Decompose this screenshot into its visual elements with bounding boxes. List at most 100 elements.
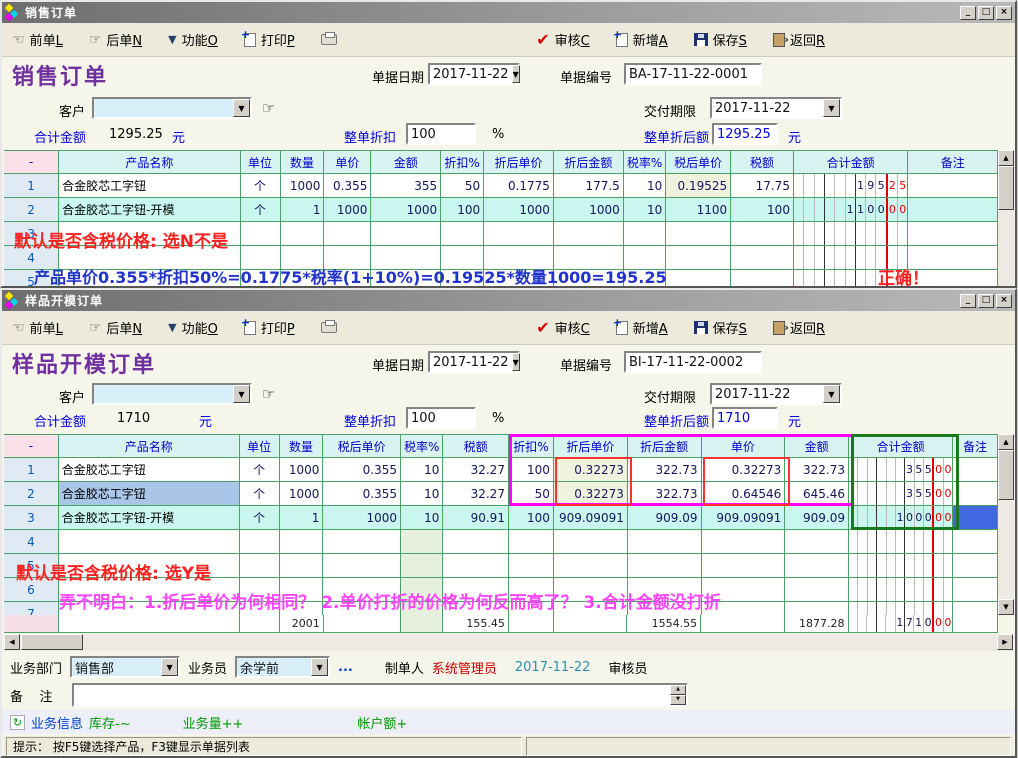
cell: 322.73 [785, 458, 849, 482]
stock-link[interactable]: 库存-~ [89, 713, 131, 732]
table-row[interactable]: 5 [4, 270, 998, 289]
business-info-link[interactable]: 业务信息 [31, 713, 83, 732]
scrollbar-thumb[interactable] [21, 634, 83, 650]
chevron-down-icon[interactable]: ▼ [311, 658, 328, 676]
table-row[interactable]: 6 [4, 578, 998, 602]
toolbar-button-P[interactable]: 打印P [244, 30, 295, 49]
doc-date-combo[interactable]: 2017-11-22▼ [428, 351, 520, 373]
cell: 0.64546 [701, 482, 785, 506]
toolbar-button-A[interactable]: 新增A [616, 318, 668, 337]
salesman-combo[interactable]: 余学前▼ [235, 656, 330, 678]
table-vertical-scrollbar[interactable]: ▲ ▼ [998, 434, 1014, 615]
toolbar-button-printer[interactable] [321, 322, 337, 333]
amount-grid [849, 530, 952, 553]
doc-no-field[interactable]: BI-17-11-22-0002 [624, 351, 762, 373]
chevron-down-icon[interactable]: ▼ [233, 385, 250, 403]
doc-no-field[interactable]: BA-17-11-22-0001 [624, 63, 762, 85]
table-row[interactable]: 2001155.451554.551877.28171000 [4, 615, 998, 632]
close-button[interactable]: × [996, 294, 1012, 308]
customer-combo[interactable]: ▼ [92, 383, 252, 405]
toolbar-button-P[interactable]: 打印P [244, 318, 295, 337]
scrollbar-thumb[interactable] [998, 450, 1014, 500]
table-row[interactable]: 7 [4, 602, 998, 616]
scrollbar-thumb[interactable] [998, 166, 1014, 210]
account-link[interactable]: 帐户额+ [357, 713, 407, 732]
maximize-button[interactable]: □ [978, 6, 994, 20]
discounted-field[interactable]: 1295.25 [712, 123, 778, 145]
toolbar-button-printer[interactable] [321, 34, 337, 45]
table-row[interactable]: 1合金胶芯工字钮个10000.355355500.1775177.5100.19… [4, 174, 998, 198]
toolbar-button-C[interactable]: ✔审核C [536, 30, 590, 49]
amount-grid [794, 270, 907, 288]
cell: 100 [508, 458, 553, 482]
cell [553, 270, 623, 289]
remark-input[interactable] [74, 685, 670, 705]
toolbar-button-A[interactable]: 新增A [616, 30, 668, 49]
minimize-button[interactable]: _ [960, 294, 976, 308]
chevron-down-icon[interactable]: ▼ [512, 65, 520, 83]
chevron-down-icon[interactable]: ▼ [512, 353, 520, 371]
cell [623, 246, 665, 270]
toolbar-button-L[interactable]: ☜前单L [12, 30, 63, 49]
maximize-button[interactable]: □ [978, 294, 994, 308]
table-row[interactable]: 2合金胶芯工字钮个10000.3551032.27500.32273322.73… [4, 482, 998, 506]
doc-date-combo[interactable]: 2017-11-22▼ [428, 63, 520, 85]
chevron-down-icon[interactable]: ▼ [823, 385, 840, 403]
finger-icon[interactable]: ☞ [262, 99, 275, 117]
table-row[interactable]: 4 [4, 246, 998, 270]
toolbar-button-C[interactable]: ✔审核C [536, 318, 590, 337]
titlebar[interactable]: 销售订单 _ □ × [2, 2, 1015, 23]
scroll-down-icon[interactable]: ▼ [998, 599, 1014, 615]
toolbar-button-S[interactable]: 保存S [694, 318, 747, 337]
minimize-button[interactable]: _ [960, 6, 976, 20]
table-row[interactable]: 3合金胶芯工字钮-开模个110001090.91100909.09091909.… [4, 506, 998, 530]
toolbar-button-S[interactable]: 保存S [694, 30, 747, 49]
toolbar-button-N[interactable]: ☞后单N [89, 318, 142, 337]
refresh-icon[interactable]: ↻ [10, 715, 25, 730]
close-button[interactable]: × [996, 6, 1012, 20]
chevron-down-icon[interactable]: ▼ [161, 658, 178, 676]
chevron-down-icon[interactable]: ▼ [233, 99, 250, 117]
table-vertical-scrollbar[interactable]: ▲ [998, 150, 1014, 288]
table-row[interactable]: 3 [4, 222, 998, 246]
scroll-up-icon[interactable]: ▲ [998, 434, 1014, 450]
finger-icon[interactable]: ☞ [262, 385, 275, 403]
toolbar-button-O[interactable]: ▼功能O [168, 30, 218, 49]
discount-field[interactable]: 100 [406, 123, 476, 145]
scroll-left-icon[interactable]: ◀ [4, 634, 20, 650]
delivery-date-combo[interactable]: 2017-11-22▼ [710, 383, 842, 405]
volume-link[interactable]: 业务量++ [183, 713, 244, 732]
table-row[interactable]: 2合金胶芯工字钮-开模个1100010001001000100010110010… [4, 198, 998, 222]
table-horizontal-scrollbar[interactable]: ◀ ▶ [4, 634, 1013, 651]
titlebar[interactable]: 样品开模订单 _ □ × [2, 290, 1015, 311]
arrow-down-icon: ▼ [168, 33, 176, 46]
cell [400, 530, 442, 554]
chevron-down-icon[interactable]: ▼ [823, 99, 840, 117]
cell [553, 602, 627, 616]
toolbar-button-O[interactable]: ▼功能O [168, 318, 218, 337]
table-row[interactable]: 5 [4, 554, 998, 578]
dept-combo[interactable]: 销售部▼ [70, 656, 180, 678]
maker-value: 系统管理员 [432, 658, 497, 677]
table-row[interactable]: 4 [4, 530, 998, 554]
discounted-field[interactable]: 1710 [712, 407, 778, 429]
toolbar-button-R[interactable]: 返回R [773, 30, 825, 49]
scroll-up-icon[interactable]: ▲ [998, 150, 1014, 166]
toolbar-button-L[interactable]: ☜前单L [12, 318, 63, 337]
toolbar-button-N[interactable]: ☞后单N [89, 30, 142, 49]
discount-field[interactable]: 100 [406, 407, 476, 429]
table-row[interactable]: 1合金胶芯工字钮个10000.3551032.271000.32273322.7… [4, 458, 998, 482]
yuan-label: 元 [199, 411, 212, 430]
more-button[interactable]: ... [338, 660, 353, 675]
toolbar-button-R[interactable]: 返回R [773, 318, 825, 337]
toolbar-left-group: ☜前单L ☞后单N ▼功能O 打印P [12, 30, 337, 49]
cell [240, 270, 280, 289]
spin-down-icon[interactable]: ▼ [670, 695, 686, 705]
remark-spinner[interactable]: ▲▼ [670, 685, 686, 705]
cell [849, 578, 953, 602]
scroll-right-icon[interactable]: ▶ [997, 634, 1013, 650]
spin-up-icon[interactable]: ▲ [670, 685, 686, 695]
cell [793, 270, 907, 289]
delivery-date-combo[interactable]: 2017-11-22▼ [710, 97, 842, 119]
customer-combo[interactable]: ▼ [92, 97, 252, 119]
